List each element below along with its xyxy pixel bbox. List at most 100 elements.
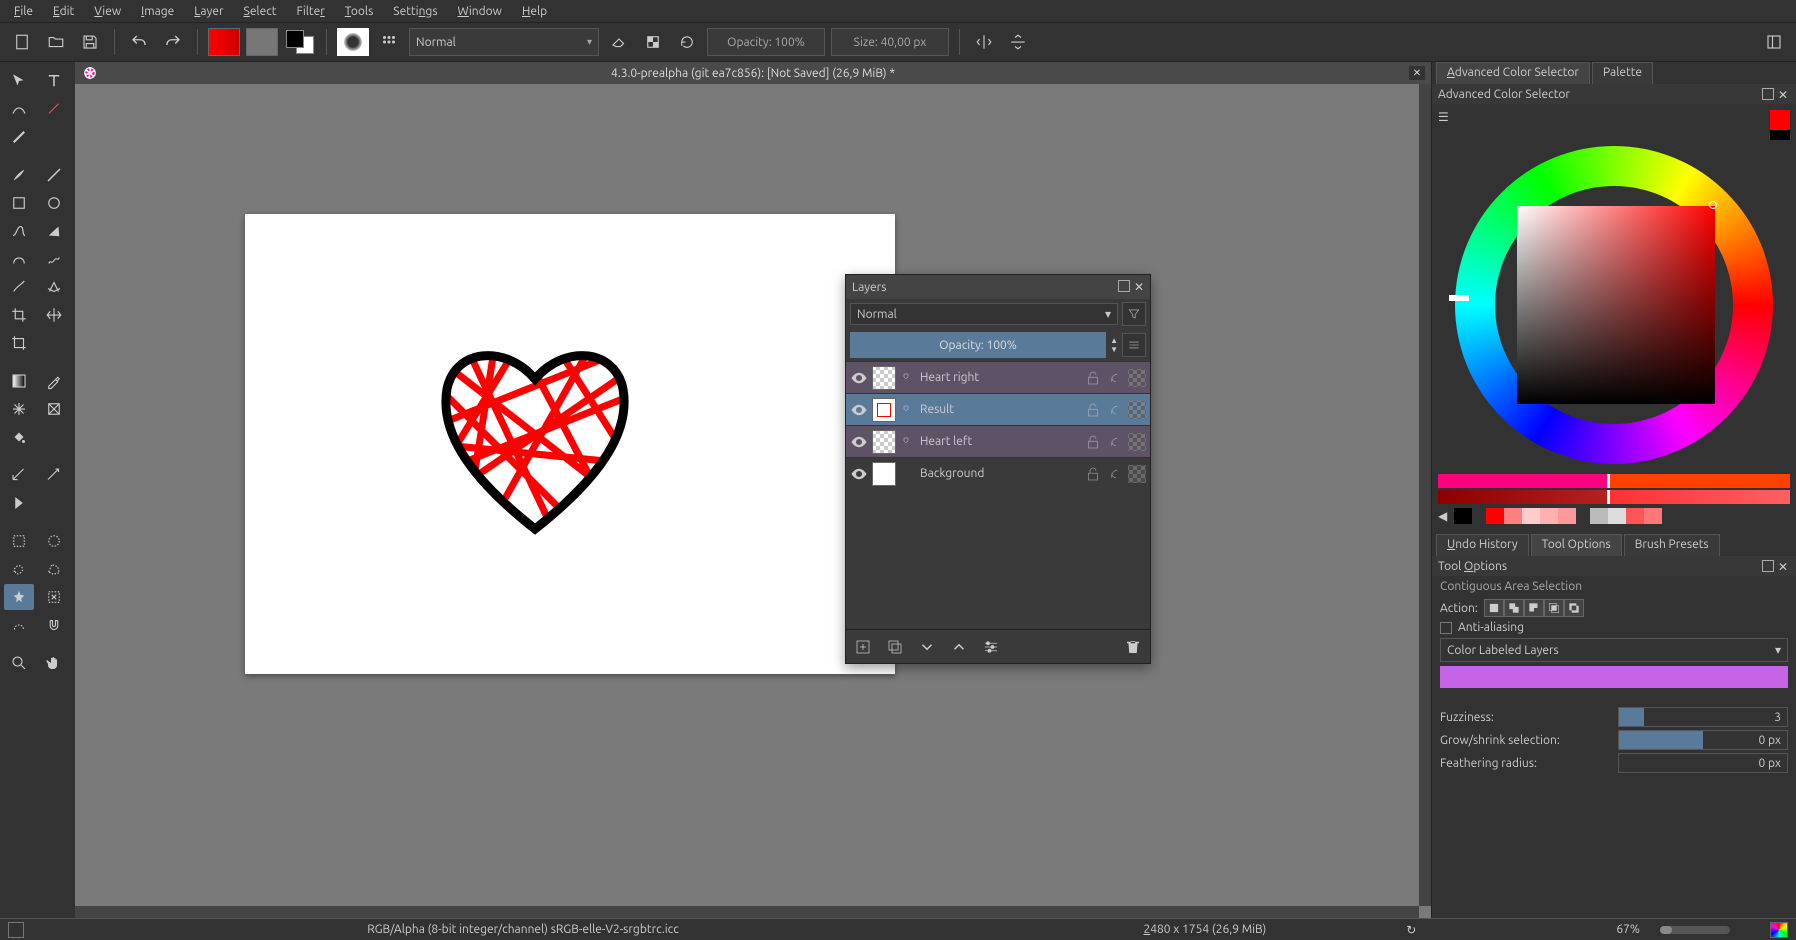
checker-icon[interactable] [1128, 401, 1146, 419]
layer-down-button[interactable] [918, 638, 936, 656]
alpha-icon[interactable] [1106, 401, 1124, 419]
rotation-reset[interactable]: ↻ [1406, 923, 1416, 937]
canvas[interactable] [245, 214, 895, 674]
tool-dynamic-brush[interactable] [4, 274, 34, 300]
tool-freehand-select[interactable] [4, 556, 34, 582]
layer-filter-button[interactable] [1122, 302, 1146, 326]
feather-slider[interactable]: 0 px [1618, 753, 1788, 773]
alpha-lock-toggle[interactable] [639, 28, 667, 56]
layer-item[interactable]: Heart left [846, 425, 1150, 457]
tab-advanced-color[interactable]: Advanced Color Selector [1436, 62, 1590, 84]
color-selector-popup[interactable] [1770, 922, 1788, 938]
action-subtract[interactable] [1524, 599, 1544, 617]
layer-item[interactable]: Heart right [846, 361, 1150, 393]
delete-layer-button[interactable] [1124, 638, 1142, 656]
redo-button[interactable] [159, 28, 187, 56]
tool-measure[interactable] [39, 462, 69, 488]
tool-rect[interactable] [4, 190, 34, 216]
brush-settings-button[interactable] [375, 28, 403, 56]
recent-color[interactable] [1454, 508, 1472, 524]
action-replace[interactable] [1484, 599, 1504, 617]
tool-color-sampler[interactable] [39, 368, 69, 394]
gradient-swatch[interactable] [208, 28, 240, 56]
tool-polygon[interactable] [39, 218, 69, 244]
tool-pattern-edit[interactable] [4, 396, 34, 422]
brush-size-field[interactable]: Size: 40,00 px [831, 28, 949, 56]
new-file-button[interactable] [8, 28, 36, 56]
layer-opacity-slider[interactable]: Opacity: 100% [850, 332, 1106, 358]
visibility-icon[interactable] [850, 465, 868, 483]
tool-zoom[interactable] [4, 650, 34, 676]
checker-icon[interactable] [1128, 465, 1146, 483]
dock-float-icon[interactable] [1762, 560, 1774, 572]
dock-float-icon[interactable] [1762, 88, 1774, 100]
tab-tool-options[interactable]: Tool Options [1531, 534, 1622, 556]
tool-assistants[interactable] [4, 462, 34, 488]
visibility-icon[interactable] [850, 433, 868, 451]
recent-prev[interactable]: ◀ [1438, 509, 1454, 523]
menu-edit[interactable]: Edit [43, 2, 84, 21]
menu-file[interactable]: File [4, 2, 43, 21]
tool-move-canvas[interactable] [39, 302, 69, 328]
pattern-swatch[interactable] [246, 28, 278, 56]
tool-bezier[interactable] [4, 246, 34, 272]
lock-icon[interactable] [1084, 433, 1102, 451]
acs-menu-icon[interactable]: ☰ [1438, 110, 1452, 124]
eraser-toggle[interactable] [605, 28, 633, 56]
checker-icon[interactable] [1128, 369, 1146, 387]
tab-palette[interactable]: Palette [1592, 62, 1653, 84]
recent-color[interactable] [1644, 508, 1662, 524]
menu-image[interactable]: Image [131, 2, 184, 21]
menu-filter[interactable]: Filter [287, 2, 335, 21]
recent-color[interactable] [1590, 508, 1608, 524]
menu-settings[interactable]: Settings [383, 2, 447, 21]
color-label-bar[interactable] [1440, 666, 1788, 688]
layer-blend-combo[interactable]: Normal▾ [850, 303, 1118, 325]
color-selector[interactable] [1449, 140, 1779, 470]
tool-calligraphy[interactable] [39, 96, 69, 122]
save-file-button[interactable] [76, 28, 104, 56]
tool-polyline[interactable] [4, 218, 34, 244]
zoom-slider[interactable] [1660, 926, 1730, 934]
recent-color[interactable] [1558, 508, 1576, 524]
zoom-label[interactable]: 67% [1616, 923, 1640, 936]
alpha-icon[interactable] [1106, 433, 1124, 451]
alpha-icon[interactable] [1106, 465, 1124, 483]
layer-options-button[interactable] [1122, 333, 1146, 357]
tool-fill[interactable] [4, 424, 34, 450]
recent-color[interactable] [1504, 508, 1522, 524]
menu-select[interactable]: Select [234, 2, 287, 21]
tool-magnetic-select[interactable] [39, 612, 69, 638]
workspace-chooser-button[interactable] [1760, 28, 1788, 56]
recent-color[interactable] [1540, 508, 1558, 524]
blend-mode-combo[interactable]: Normal▾ [409, 28, 599, 56]
recent-color[interactable] [1608, 508, 1626, 524]
tool-ellipse[interactable] [39, 190, 69, 216]
tool-similar-select[interactable] [39, 584, 69, 610]
labeled-layers-combo[interactable]: Color Labeled Layers▾ [1440, 638, 1788, 662]
action-symdiff[interactable] [1564, 599, 1584, 617]
menu-help[interactable]: Help [512, 2, 557, 21]
tool-rect-select[interactable] [4, 528, 34, 554]
tool-ellipse-select[interactable] [39, 528, 69, 554]
tool-bezier-select[interactable] [4, 612, 34, 638]
brush-preview[interactable] [337, 28, 369, 56]
tab-brush-presets[interactable]: Brush Presets [1624, 534, 1720, 556]
opacity-up[interactable]: ▲ [1110, 336, 1118, 345]
layers-close-icon[interactable]: ✕ [1134, 280, 1144, 294]
layers-float-icon[interactable] [1118, 280, 1130, 292]
layer-properties-button[interactable] [982, 638, 1000, 656]
tool-transform[interactable] [4, 124, 34, 150]
tool-reference[interactable] [4, 490, 34, 516]
mirror-v-button[interactable] [1004, 28, 1032, 56]
fg-bg-color[interactable] [284, 28, 316, 56]
tool-line[interactable] [39, 162, 69, 188]
menu-window[interactable]: Window [448, 2, 512, 21]
tool-multibrush[interactable] [39, 274, 69, 300]
tool-smart-patch[interactable] [39, 396, 69, 422]
visibility-icon[interactable] [850, 401, 868, 419]
action-add[interactable] [1504, 599, 1524, 617]
document-tab[interactable]: 4.3.0-prealpha (git ea7c856): [Not Saved… [75, 62, 1431, 84]
tool-pan[interactable] [39, 650, 69, 676]
layer-up-button[interactable] [950, 638, 968, 656]
